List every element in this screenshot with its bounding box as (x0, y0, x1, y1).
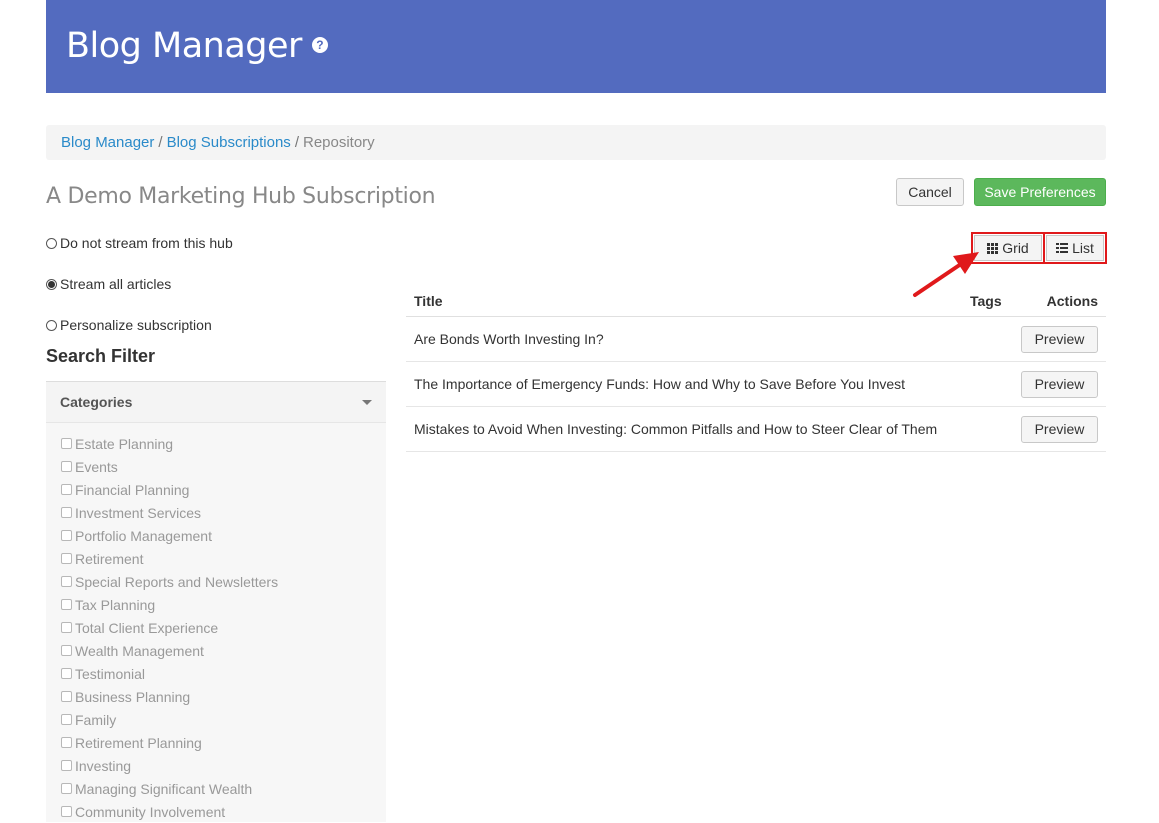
checkbox[interactable] (61, 507, 72, 518)
stream-option-label: Do not stream from this hub (60, 235, 233, 251)
category-label: Retirement Planning (75, 734, 202, 751)
category-item[interactable]: Special Reports and Newsletters (61, 570, 386, 593)
checkbox[interactable] (61, 553, 72, 564)
category-label: Retirement (75, 550, 144, 567)
table-header: Title Tags Actions (406, 286, 1106, 317)
page-header: Blog Manager ? (46, 0, 1106, 93)
category-label: Family (75, 711, 117, 728)
category-label: Total Client Experience (75, 619, 219, 636)
page-title: Blog Manager (66, 25, 302, 66)
checkbox[interactable] (61, 484, 72, 495)
category-item[interactable]: Retirement Planning (61, 731, 386, 754)
checkbox[interactable] (61, 737, 72, 748)
categories-list: Estate Planning Events Financial Plannin… (46, 423, 386, 822)
column-header-actions: Actions (1046, 293, 1098, 309)
radio-button[interactable] (46, 237, 57, 249)
articles-table: Title Tags Actions Are Bonds Worth Inves… (406, 286, 1106, 452)
stream-option-label: Personalize subscription (60, 317, 212, 333)
list-view-button[interactable]: List (1043, 232, 1107, 264)
checkbox[interactable] (61, 668, 72, 679)
column-header-title: Title (414, 293, 443, 309)
category-item[interactable]: Estate Planning (61, 432, 386, 455)
caret-down-icon (362, 399, 372, 405)
breadcrumb-repository: Repository (302, 134, 375, 151)
filter-panel: Categories Estate Planning Events Financ… (46, 381, 386, 822)
category-item[interactable]: Testimonial (61, 662, 386, 685)
checkbox[interactable] (61, 783, 72, 794)
breadcrumb-blog-manager[interactable]: Blog Manager (61, 134, 154, 151)
radio-button[interactable] (46, 319, 57, 331)
article-title: Mistakes to Avoid When Investing: Common… (414, 421, 938, 437)
checkbox[interactable] (61, 438, 72, 449)
categories-label: Categories (60, 394, 133, 410)
category-item[interactable]: Investing (61, 754, 386, 777)
category-item[interactable]: Events (61, 455, 386, 478)
stream-option-personalize[interactable]: Personalize subscription (46, 317, 212, 333)
article-title: Are Bonds Worth Investing In? (414, 331, 604, 347)
cancel-button[interactable]: Cancel (896, 178, 964, 206)
breadcrumb: Blog Manager / Blog Subscriptions / Repo… (46, 125, 1106, 160)
preview-button[interactable]: Preview (1021, 325, 1098, 353)
category-label: Wealth Management (75, 642, 204, 659)
table-row: Are Bonds Worth Investing In? Preview (406, 317, 1106, 362)
subscription-title: A Demo Marketing Hub Subscription (46, 184, 436, 209)
checkbox[interactable] (61, 691, 72, 702)
checkbox[interactable] (61, 461, 72, 472)
breadcrumb-blog-subscriptions[interactable]: Blog Subscriptions (167, 134, 291, 151)
article-title: The Importance of Emergency Funds: How a… (414, 376, 906, 392)
list-icon (1056, 243, 1069, 253)
grid-icon (987, 242, 999, 254)
category-item[interactable]: Total Client Experience (61, 616, 386, 639)
grid-view-label: Grid (1002, 240, 1029, 256)
checkbox[interactable] (61, 530, 72, 541)
category-item[interactable]: Financial Planning (61, 478, 386, 501)
stream-option-all[interactable]: Stream all articles (46, 276, 171, 292)
category-item[interactable]: Portfolio Management (61, 524, 386, 547)
breadcrumb-separator: / (294, 134, 299, 151)
column-header-tags: Tags (970, 293, 1002, 309)
stream-option-label: Stream all articles (60, 276, 172, 292)
stream-option-none[interactable]: Do not stream from this hub (46, 235, 233, 251)
checkbox[interactable] (61, 576, 72, 587)
question-circle-icon[interactable]: ? (311, 36, 328, 53)
category-label: Investing (75, 757, 132, 774)
category-label: Portfolio Management (75, 527, 212, 544)
category-label: Estate Planning (75, 435, 174, 452)
category-item[interactable]: Business Planning (61, 685, 386, 708)
search-filter-title: Search Filter (46, 346, 156, 366)
checkbox[interactable] (61, 760, 72, 771)
category-label: Managing Significant Wealth (75, 780, 253, 797)
category-label: Events (75, 458, 118, 475)
category-item[interactable]: Managing Significant Wealth (61, 777, 386, 800)
category-item[interactable]: Community Involvement (61, 800, 386, 823)
category-label: Testimonial (75, 665, 146, 682)
category-label: Tax Planning (75, 596, 156, 613)
save-preferences-button[interactable]: Save Preferences (974, 178, 1106, 206)
category-label: Investment Services (75, 504, 202, 521)
list-view-label: List (1072, 240, 1094, 256)
categories-toggle[interactable]: Categories (46, 382, 386, 423)
checkbox[interactable] (61, 714, 72, 725)
category-item[interactable]: Family (61, 708, 386, 731)
preview-button[interactable]: Preview (1021, 415, 1098, 443)
checkbox[interactable] (61, 645, 72, 656)
table-row: Mistakes to Avoid When Investing: Common… (406, 407, 1106, 452)
table-row: The Importance of Emergency Funds: How a… (406, 362, 1106, 407)
checkbox[interactable] (61, 599, 72, 610)
category-item[interactable]: Tax Planning (61, 593, 386, 616)
preview-button[interactable]: Preview (1021, 370, 1098, 398)
category-label: Special Reports and Newsletters (75, 573, 279, 590)
category-item[interactable]: Investment Services (61, 501, 386, 524)
checkbox[interactable] (61, 622, 72, 633)
radio-button[interactable] (46, 278, 57, 290)
category-label: Community Involvement (75, 803, 226, 820)
breadcrumb-separator: / (158, 134, 163, 151)
checkbox[interactable] (61, 806, 72, 817)
category-label: Financial Planning (75, 481, 190, 498)
category-item[interactable]: Retirement (61, 547, 386, 570)
category-label: Business Planning (75, 688, 191, 705)
category-item[interactable]: Wealth Management (61, 639, 386, 662)
